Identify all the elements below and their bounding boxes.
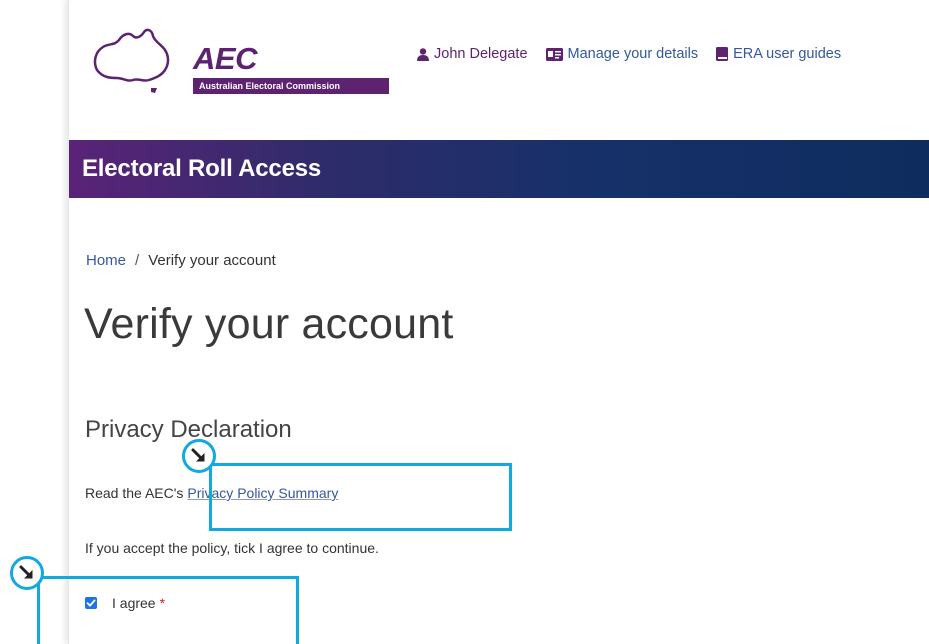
logo-full-name: Australian Electoral Commission [193, 78, 389, 94]
site-title[interactable]: Electoral Roll Access [82, 155, 321, 183]
nav-user-guides-link[interactable]: ERA user guides [716, 46, 841, 62]
user-icon [417, 47, 429, 61]
policy-link-highlight [209, 463, 512, 531]
breadcrumb-current: Verify your account [148, 252, 276, 269]
book-icon [716, 47, 729, 61]
site-banner: Electoral Roll Access [69, 140, 929, 198]
nav-manage-details-label: Manage your details [567, 46, 699, 62]
privacy-read-prefix: Read the AEC's [85, 485, 184, 501]
page-title: Verify your account [84, 300, 454, 348]
nav-user-label: John Delegate [434, 46, 528, 62]
nav-user-link[interactable]: John Delegate [417, 46, 528, 62]
section-title: Privacy Declaration [85, 416, 292, 443]
nav-manage-details-link[interactable]: Manage your details [545, 46, 699, 62]
breadcrumb: Home / Verify your account [86, 252, 276, 269]
logo-acronym: AEC [193, 41, 257, 76]
arrow-down-right-icon [19, 565, 33, 579]
top-nav: John Delegate Manage your details ERA us… [417, 44, 859, 64]
nav-user-guides-label: ERA user guides [733, 46, 842, 62]
browser-page: AEC Australian Electoral Commission John… [68, 0, 929, 644]
breadcrumb-home-link[interactable]: Home [86, 252, 126, 269]
australia-map-icon [93, 28, 170, 93]
arrow-down-right-icon [191, 448, 205, 462]
agree-checkbox-marker [10, 556, 44, 590]
breadcrumb-separator: / [135, 252, 140, 269]
accept-instruction: If you accept the policy, tick I agree t… [85, 540, 379, 556]
policy-link-marker [182, 439, 216, 473]
agree-checkbox-highlight [37, 576, 299, 644]
id-card-icon [545, 47, 563, 61]
aec-logo[interactable]: AEC Australian Electoral Commission [89, 22, 389, 94]
